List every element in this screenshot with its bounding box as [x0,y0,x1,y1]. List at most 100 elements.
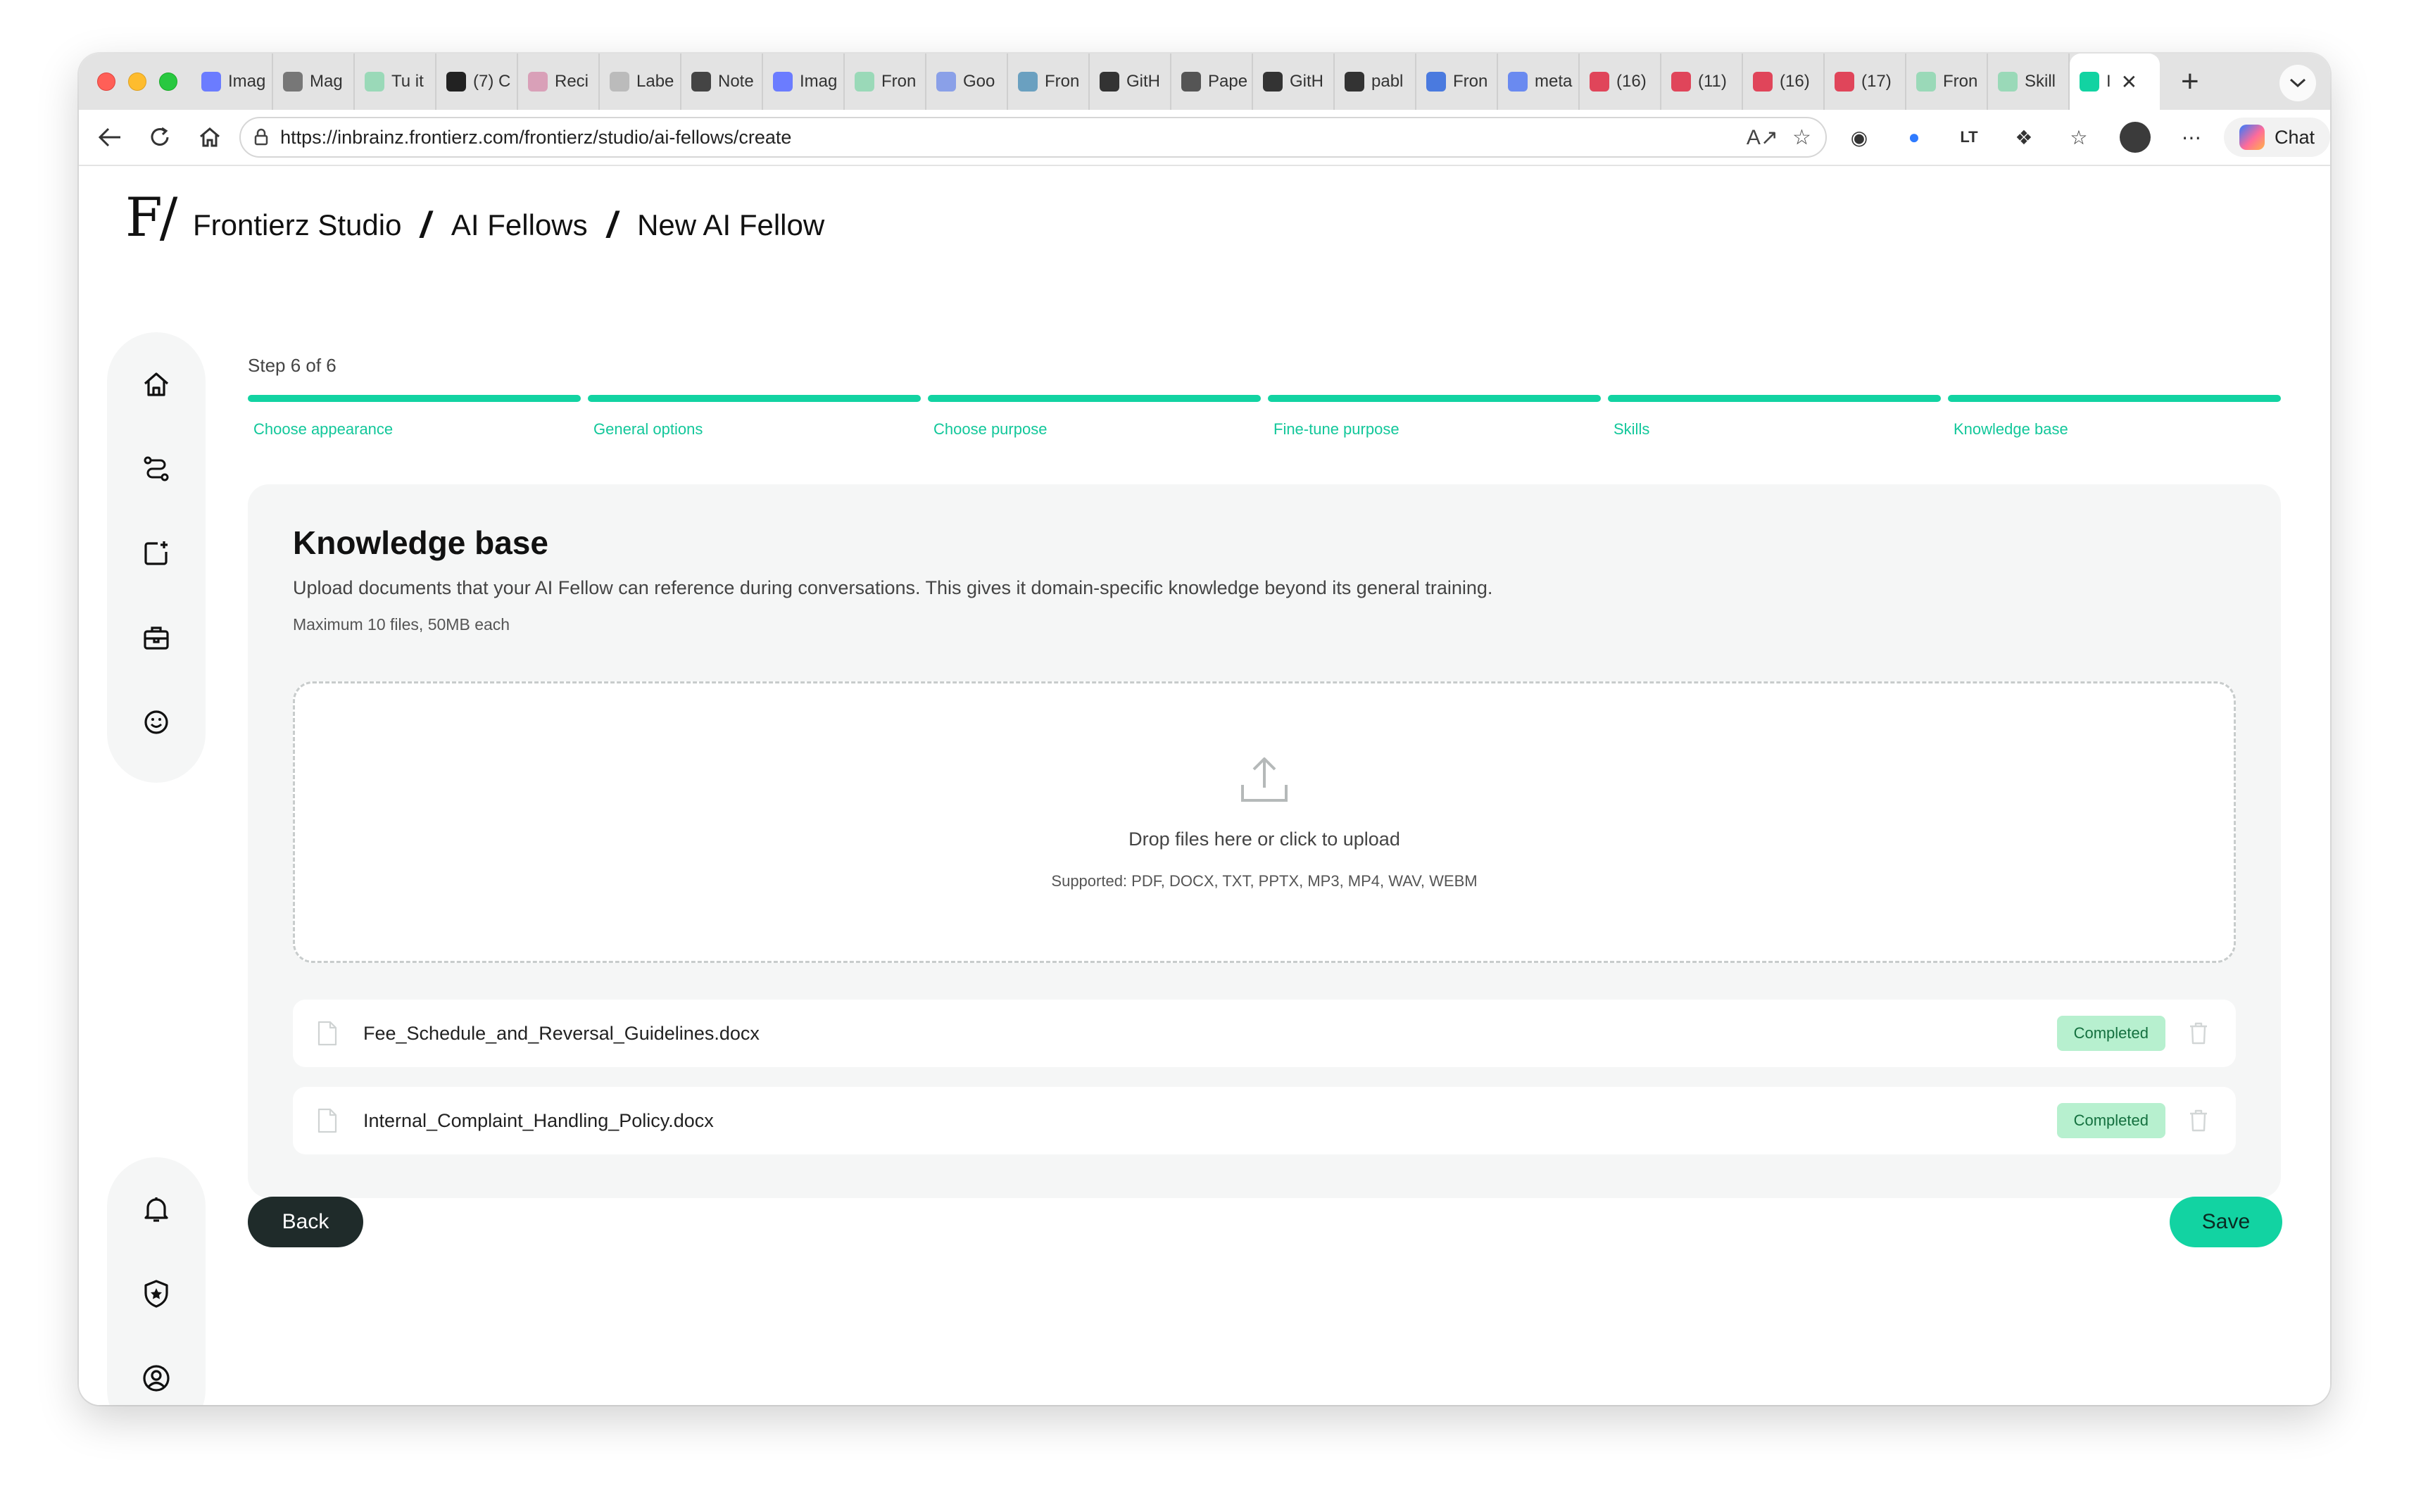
close-tab-icon[interactable]: ✕ [2121,70,2137,94]
reload-icon [151,127,169,146]
step-knowledge-base[interactable]: Knowledge base [1948,395,2281,439]
sidebar-item-fellows[interactable] [138,705,175,739]
sidebar-item-notifications[interactable] [138,1192,175,1226]
browser-tab[interactable]: Imag [191,53,273,110]
gemini-icon [936,72,956,92]
back-button[interactable]: Back [248,1197,363,1247]
close-window-button[interactable] [97,73,115,91]
frontierz-logo[interactable]: F/ [125,186,177,248]
trash-icon[interactable] [2188,1021,2209,1045]
minimize-window-button[interactable] [128,73,146,91]
breadcrumb-studio[interactable]: Frontierz Studio [193,208,401,242]
browser-tab[interactable]: (16) [1743,53,1825,110]
tab-title: Mag [310,72,343,91]
sparkle-icon [610,72,629,92]
cross-icon [1426,72,1446,92]
step-general-options[interactable]: General options [588,395,921,439]
tab-title: GitH [1126,72,1160,91]
extension-blue-circle-icon[interactable]: ● [1900,123,1928,151]
fz-icon [855,72,874,92]
save-button[interactable]: Save [2170,1197,2282,1247]
favorite-star-icon[interactable]: ☆ [1792,125,1811,150]
more-menu-icon[interactable]: ⋯ [2177,123,2206,151]
x-icon [446,72,466,92]
browser-tab[interactable]: Note [681,53,763,110]
browser-tab[interactable]: Tu it [355,53,436,110]
read-aloud-icon[interactable]: A↗ [1747,125,1778,150]
reload-button[interactable] [140,118,179,157]
browser-tab[interactable]: Skill [1988,53,2070,110]
browser-toolbar: https://inbrainz.frontierz.com/frontierz… [79,110,2330,166]
browser-tab[interactable]: Mag [273,53,355,110]
gmail-icon [528,72,548,92]
browser-tab[interactable]: pabl [1335,53,1416,110]
sidebar-item-create[interactable] [138,536,175,570]
extension-lt-icon[interactable]: LT [1955,123,1983,151]
tab-title: (16) [1780,72,1810,91]
browser-tab[interactable]: Fron [1906,53,1988,110]
status-badge: Completed [2056,1016,2165,1051]
section-description: Upload documents that your AI Fellow can… [293,577,1493,598]
browser-tab[interactable]: (7) C [436,53,518,110]
browser-tab[interactable]: GitH [1253,53,1335,110]
tab-title: (11) [1698,72,1727,91]
tab-title: (16) [1616,72,1647,91]
extensions-puzzle-icon[interactable]: ❖ [2010,123,2038,151]
browser-tab[interactable]: Fron [1008,53,1090,110]
tab-title: Pape [1208,72,1248,91]
tab-title: GitH [1290,72,1323,91]
browser-tab[interactable]: Labe [600,53,681,110]
breadcrumb-separator: / [417,205,436,246]
browser-tab[interactable]: (16) [1580,53,1661,110]
tab-title: (17) [1861,72,1892,91]
browser-tab-active[interactable]: I ✕ [2070,53,2160,110]
file-dropzone[interactable]: Drop files here or click to upload Suppo… [293,681,2236,963]
favorites-list-icon[interactable]: ☆ [2065,123,2093,151]
sidebar-item-profile[interactable] [138,1361,175,1395]
step-choose-purpose[interactable]: Choose purpose [928,395,1261,439]
tab-title: Reci [555,72,589,91]
step-progress-bar [1268,395,1601,402]
sidebar-item-home[interactable] [138,367,175,401]
new-tab-button[interactable]: + [2181,64,2199,99]
tab-strip: Imag Mag Tu it (7) C Reci Labe Note Imag Fron Goo… [79,53,2330,110]
sidebar-item-security[interactable] [138,1277,175,1311]
step-skills[interactable]: Skills [1608,395,1941,439]
address-bar[interactable]: https://inbrainz.frontierz.com/frontierz… [239,117,1827,158]
tab-title: meta [1535,72,1573,91]
browser-tab[interactable]: Imag [763,53,845,110]
browser-tab[interactable]: Fron [845,53,926,110]
tab-title: Skill [2025,72,2056,91]
browser-tab[interactable]: Reci [518,53,600,110]
github-icon [1345,72,1364,92]
step-choose-appearance[interactable]: Choose appearance [248,395,581,439]
paper-icon [1181,72,1201,92]
browser-tab[interactable]: Pape [1171,53,1253,110]
sidebar-item-workflows[interactable] [138,452,175,486]
tab-title: (7) C [473,72,511,91]
upload-limit-note: Maximum 10 files, 50MB each [293,615,510,634]
browser-tab[interactable]: Goo [926,53,1008,110]
browser-tab[interactable]: Fron [1416,53,1498,110]
tab-title: pabl [1371,72,1404,91]
breadcrumb-ai-fellows[interactable]: AI Fellows [451,208,588,242]
url-text[interactable]: https://inbrainz.frontierz.com/frontierz… [280,127,1747,149]
back-nav-button[interactable] [90,118,129,157]
sidebar-item-toolkit[interactable] [138,621,175,655]
browser-tab[interactable]: GitH [1090,53,1171,110]
step-fine-tune-purpose[interactable]: Fine-tune purpose [1268,395,1601,439]
github-icon [1100,72,1119,92]
github-icon [1263,72,1283,92]
extension-privacy-icon[interactable]: ◉ [1845,123,1873,151]
browser-tab[interactable]: (11) [1661,53,1743,110]
copilot-chat-button[interactable]: Chat [2223,118,2330,157]
zoom-window-button[interactable] [159,73,177,91]
sidebar-main-nav [107,332,206,783]
tab-list-menu-button[interactable] [2279,65,2316,101]
trash-icon[interactable] [2188,1109,2209,1133]
browser-tab[interactable]: (17) [1825,53,1906,110]
tab-title: Labe [636,72,674,91]
browser-tab[interactable]: meta [1498,53,1580,110]
profile-avatar[interactable] [2119,122,2151,153]
home-nav-button[interactable] [191,118,229,157]
